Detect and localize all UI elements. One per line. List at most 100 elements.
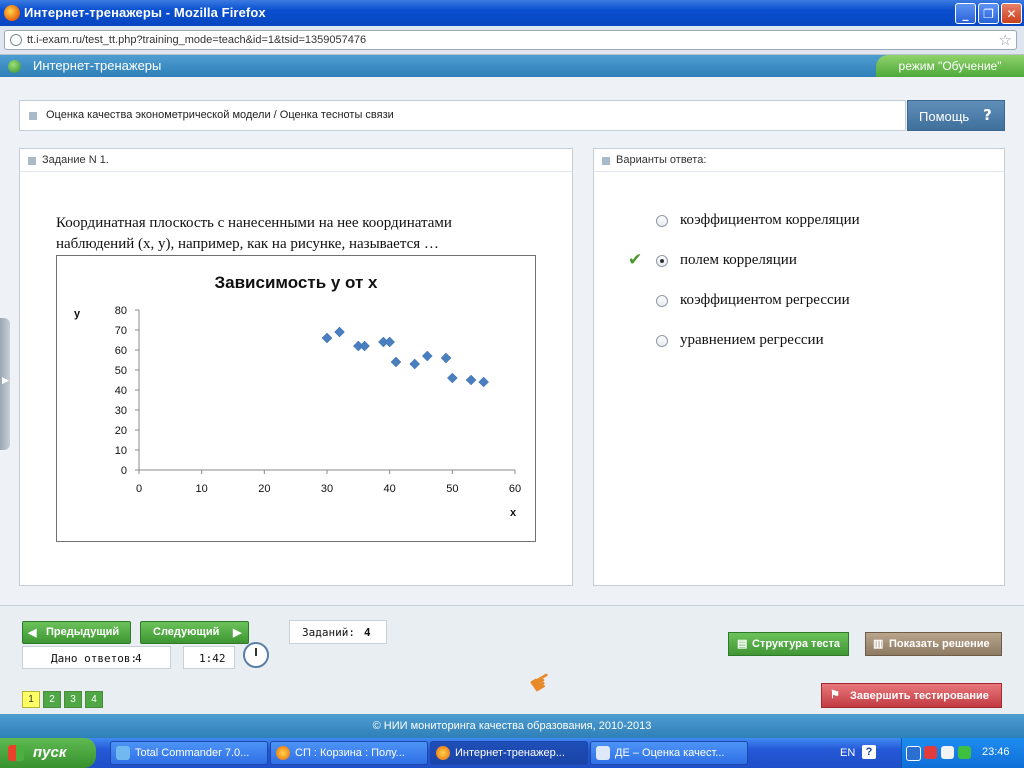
tasks-count-box: Заданий: 4 — [289, 620, 387, 644]
question-line-1: Координатная плоскость с нанесенными на … — [56, 215, 452, 231]
start-button[interactable]: пуск — [0, 738, 96, 768]
answers-header: Варианты ответа: — [616, 154, 707, 166]
page-button-4[interactable]: 4 — [85, 691, 103, 708]
page-button-1[interactable]: 1 — [22, 691, 40, 708]
site-identity-icon[interactable] — [10, 34, 22, 46]
topic-bar: Оценка качества эконометрической модели … — [19, 100, 906, 131]
task-panel: Задание N 1. Координатная плоскость с на… — [19, 148, 573, 586]
antivirus-icon[interactable] — [924, 746, 937, 759]
task-panel-header: Задание N 1. — [20, 149, 572, 172]
clock-icon — [243, 642, 269, 668]
taskbar-item-active[interactable]: Интернет-тренажер... — [430, 741, 588, 765]
radio-button[interactable] — [656, 215, 668, 227]
taskbar-item[interactable]: СП : Корзина : Полу... — [270, 741, 428, 765]
show-solution-button[interactable]: ▥ Показать решение — [865, 632, 1002, 656]
answer-option[interactable]: ✔ полем корреляции — [594, 250, 1004, 275]
y-tick-label: 60 — [115, 345, 127, 357]
scatter-point — [440, 352, 452, 364]
safely-remove-icon[interactable] — [941, 746, 954, 759]
page-button-3[interactable]: 3 — [64, 691, 82, 708]
tasks-count-value: 4 — [364, 626, 371, 639]
window-title: Интернет-тренажеры - Mozilla Firefox — [24, 5, 266, 20]
help-question-icon: ? — [983, 106, 992, 124]
radio-button[interactable] — [656, 295, 668, 307]
runner-icon: ⚑ — [830, 689, 840, 701]
prev-button[interactable]: ◀ Предыдущий — [22, 621, 131, 644]
answer-label[interactable]: полем корреляции — [680, 252, 797, 269]
y-tick-label: 0 — [121, 465, 127, 477]
help-tray-icon[interactable]: ? — [862, 745, 876, 759]
mode-badge: режим "Обучение" — [876, 55, 1024, 77]
answer-label[interactable]: коэффициентом регрессии — [680, 292, 850, 309]
close-button[interactable]: ✕ — [1001, 3, 1022, 24]
start-label: пуск — [33, 744, 67, 761]
taskbar-item-label: Интернет-тренажер... — [455, 747, 565, 759]
answer-option[interactable]: коэффициентом корреляции — [594, 211, 1004, 235]
app-header: Интернет-тренажеры режим "Обучение" — [0, 55, 1024, 77]
answers-given-box: Дано ответов: 4 — [22, 646, 171, 669]
windows-logo-icon — [8, 745, 24, 761]
taskbar-item[interactable]: ДЕ – Оценка качест... — [590, 741, 748, 765]
total-commander-icon — [116, 746, 130, 760]
language-indicator[interactable]: EN — [840, 747, 855, 759]
square-bullet-icon — [29, 112, 37, 120]
radio-button[interactable] — [656, 335, 668, 347]
scatter-point — [321, 332, 333, 344]
bookmark-star-icon[interactable]: ☆ — [999, 31, 1012, 49]
scatter-point — [390, 356, 402, 368]
answer-option[interactable]: уравнением регрессии — [594, 331, 1004, 355]
scatter-point — [384, 336, 396, 348]
help-label: Помощь — [919, 109, 970, 124]
solution-label: Показать решение — [889, 638, 990, 650]
taskbar-item-label: Total Commander 7.0... — [135, 747, 250, 759]
correct-check-icon: ✔ — [628, 250, 643, 270]
tray-arrow-icon[interactable] — [906, 746, 921, 761]
question-line-2: наблюдений (x, y), например, как на рису… — [56, 236, 439, 252]
word-icon — [596, 746, 610, 760]
chart-title: Зависимость y от x — [214, 273, 378, 292]
finish-test-button[interactable]: ⚑ Завершить тестирование — [821, 683, 1002, 708]
y-tick-label: 20 — [115, 425, 127, 437]
app-logo-icon — [8, 60, 21, 73]
timer-value: 1:42 — [199, 652, 226, 665]
scatter-chart: Зависимость y от x 0 10 20 30 40 50 60 70 80 0 10 20… — [56, 255, 536, 542]
page-button-2[interactable]: 2 — [43, 691, 61, 708]
network-icon[interactable] — [958, 746, 971, 759]
address-bar[interactable]: tt.i-exam.ru/test_tt.php?training_mode=t… — [4, 30, 1017, 50]
url-text[interactable]: tt.i-exam.ru/test_tt.php?training_mode=t… — [27, 34, 366, 46]
finish-label: Завершить тестирование — [850, 690, 989, 702]
side-panel-toggle[interactable]: ▶ — [0, 318, 10, 450]
app-title: Интернет-тренажеры — [33, 58, 162, 73]
arrow-left-icon: ◀ — [28, 627, 37, 639]
question-text: Координатная плоскость с нанесенными на … — [56, 213, 556, 255]
minimize-button[interactable]: _ — [955, 3, 976, 24]
y-tick-label: 40 — [115, 385, 127, 397]
taskbar-item[interactable]: Total Commander 7.0... — [110, 741, 268, 765]
answer-option[interactable]: коэффициентом регрессии — [594, 291, 1004, 315]
radio-button-selected[interactable] — [656, 255, 668, 267]
y-tick-label: 10 — [115, 445, 127, 457]
scatter-point — [446, 372, 458, 384]
x-tick-label: 30 — [321, 483, 333, 495]
y-tick-label: 70 — [115, 325, 127, 337]
structure-icon: ▤ — [737, 638, 748, 650]
firefox-icon — [4, 5, 20, 21]
scatter-point — [478, 376, 490, 388]
maximize-button[interactable]: ❐ — [978, 3, 999, 24]
next-button[interactable]: Следующий ▶ — [140, 621, 249, 644]
answers-given-value: 4 — [135, 652, 142, 665]
window-title-bar: Интернет-тренажеры - Mozilla Firefox _ ❐… — [0, 0, 1024, 26]
scatter-point — [409, 358, 421, 370]
answer-label[interactable]: уравнением регрессии — [680, 332, 824, 349]
square-bullet-icon — [602, 157, 610, 165]
prev-label: Предыдущий — [46, 626, 120, 638]
test-structure-button[interactable]: ▤ Структура теста — [728, 632, 849, 656]
structure-label: Структура теста — [752, 638, 841, 650]
timer-box: 1:42 — [183, 646, 235, 669]
answer-label[interactable]: коэффициентом корреляции — [680, 212, 860, 229]
help-button[interactable]: Помощь ? — [907, 100, 1005, 131]
square-bullet-icon — [28, 157, 36, 165]
y-tick-label: 50 — [115, 365, 127, 377]
clock-time[interactable]: 23:46 — [982, 746, 1010, 758]
x-tick-label: 60 — [509, 483, 521, 495]
